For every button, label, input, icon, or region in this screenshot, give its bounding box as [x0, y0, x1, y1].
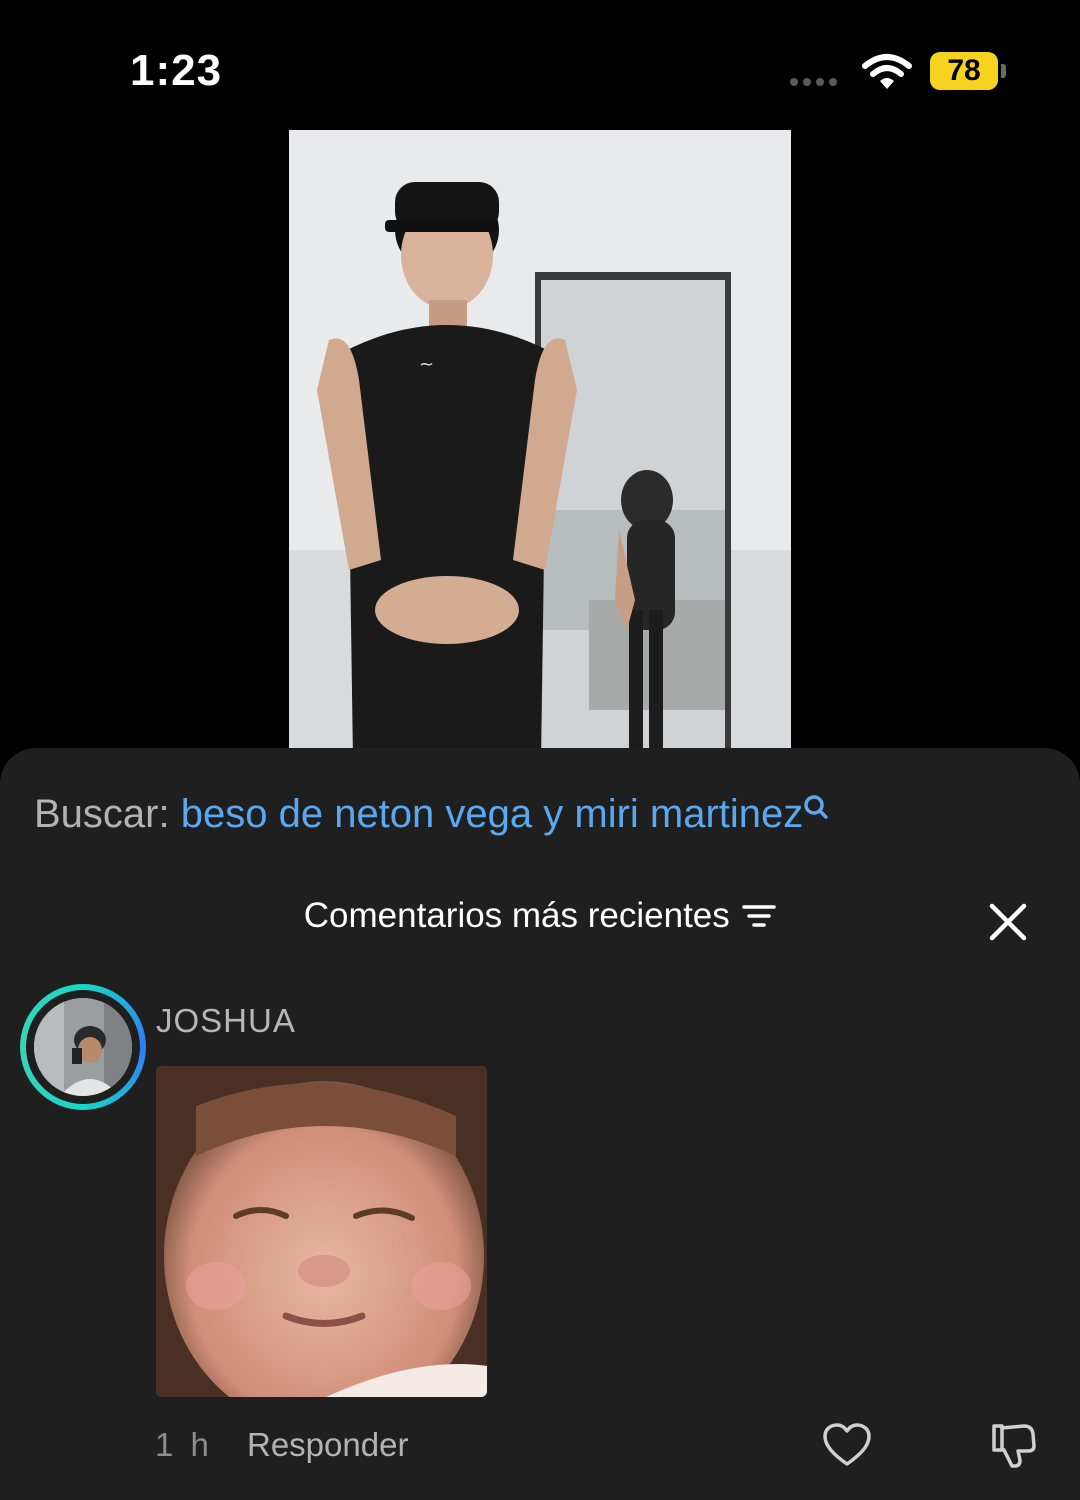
battery-level: 78: [947, 54, 981, 87]
status-bar: 1:23 78: [0, 0, 1080, 130]
status-time: 1:23: [130, 46, 223, 95]
wifi-icon: [862, 54, 912, 89]
heart-icon[interactable]: [822, 1422, 872, 1468]
svg-text:~: ~: [419, 354, 434, 375]
search-suggestion[interactable]: Buscar: beso de neton vega y miri martin…: [34, 792, 829, 837]
avatar-image: [34, 998, 132, 1096]
filter-sort-icon[interactable]: [742, 901, 776, 931]
close-icon[interactable]: [984, 898, 1032, 946]
signal-dots-icon: [790, 78, 837, 86]
search-icon[interactable]: [803, 794, 829, 824]
battery-cap: [1001, 64, 1006, 78]
comment-username[interactable]: JOSHUA: [156, 1002, 296, 1040]
comment-timestamp: 1 h: [155, 1426, 213, 1463]
baby-face-picture: [156, 1066, 487, 1397]
search-prefix: Buscar:: [34, 792, 170, 836]
search-query-link[interactable]: beso de neton vega y miri martinez: [181, 792, 804, 836]
thumbs-down-icon[interactable]: [988, 1420, 1038, 1470]
avatar-ring-inner: [26, 990, 140, 1104]
avatar-picture: [34, 998, 132, 1096]
comments-sheet: Buscar: beso de neton vega y miri martin…: [0, 748, 1080, 1500]
video-scene: ~: [289, 130, 791, 760]
video-thumbnail[interactable]: ~: [289, 130, 791, 760]
comment-gif-image[interactable]: [156, 1066, 487, 1397]
avatar[interactable]: [20, 984, 146, 1110]
reply-button[interactable]: Responder: [247, 1426, 408, 1464]
comments-header: Comentarios más recientes: [0, 896, 1080, 946]
battery-icon: 78: [930, 52, 998, 90]
comments-title: Comentarios más recientes: [303, 896, 730, 935]
